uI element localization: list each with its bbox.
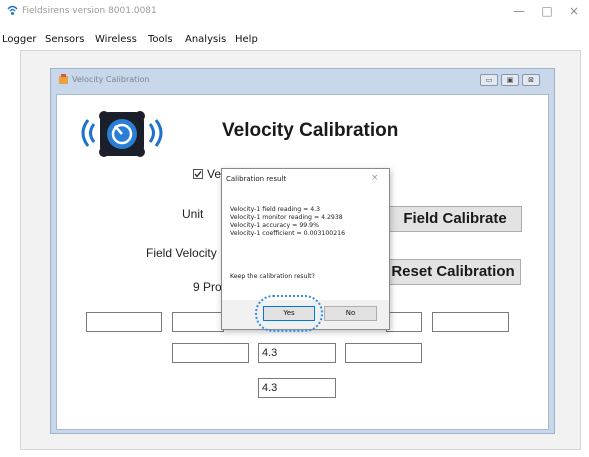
yes-button-highlight-ring [255, 295, 323, 332]
app-title: Fieldsirens version 8001.0081 [22, 6, 157, 16]
child-window-title: Velocity Calibration [72, 75, 150, 84]
no-button[interactable]: No [324, 306, 377, 321]
dialog-close-button[interactable]: × [371, 173, 379, 183]
input-box[interactable] [345, 343, 422, 363]
velocity-sensor-logo-icon [81, 111, 163, 157]
child-close-button[interactable]: ⊠ [522, 74, 540, 86]
menu-sensors[interactable]: Sensors [45, 34, 85, 45]
velocity-checkbox-label: Ve [207, 167, 222, 181]
result-line-accuracy: Velocity-1 accuracy = 99.9% [230, 222, 319, 229]
window-app-icon [59, 74, 68, 84]
result-line-coefficient: Velocity-1 coefficient = 0.003100216 [230, 230, 346, 237]
checkmark-icon [194, 171, 202, 178]
menu-tools[interactable]: Tools [148, 34, 173, 45]
keep-result-question: Keep the calibration result? [230, 273, 315, 280]
input-box[interactable] [172, 343, 249, 363]
field-velocity-label: Field Velocity [146, 246, 217, 260]
velocity-checkbox[interactable] [193, 169, 203, 179]
input-box[interactable] [172, 312, 224, 332]
unit-label: Unit [182, 207, 204, 221]
close-button[interactable]: × [567, 4, 581, 18]
menu-wireless[interactable]: Wireless [95, 34, 137, 45]
result-line-field-reading: Velocity-1 field reading = 4.3 [230, 206, 321, 213]
reset-calibration-button[interactable]: Reset Calibration [385, 259, 521, 285]
input-box[interactable] [386, 312, 422, 332]
child-maximize-button[interactable]: ▣ [501, 74, 519, 86]
field-reading-input[interactable]: 4.3 [258, 343, 336, 363]
maximize-button[interactable]: □ [540, 4, 554, 18]
input-box[interactable] [86, 312, 162, 332]
page-title: Velocity Calibration [222, 120, 399, 141]
child-minimize-button[interactable]: ▭ [480, 74, 498, 86]
dialog-title: Calibration result [226, 175, 287, 183]
app-logo-icon [7, 5, 18, 15]
input-box[interactable] [432, 312, 509, 332]
result-line-monitor-reading: Velocity-1 monitor reading = 4.2938 [230, 214, 343, 221]
field-calibrate-button[interactable]: Field Calibrate [388, 206, 522, 232]
minimize-button[interactable]: — [512, 4, 526, 18]
menu-help[interactable]: Help [235, 34, 258, 45]
menu-logger[interactable]: Logger [2, 34, 36, 45]
calibrated-value-input[interactable]: 4.3 [258, 378, 336, 398]
probe-label: 9 Pro [193, 280, 222, 294]
menu-analysis[interactable]: Analysis [185, 34, 226, 45]
